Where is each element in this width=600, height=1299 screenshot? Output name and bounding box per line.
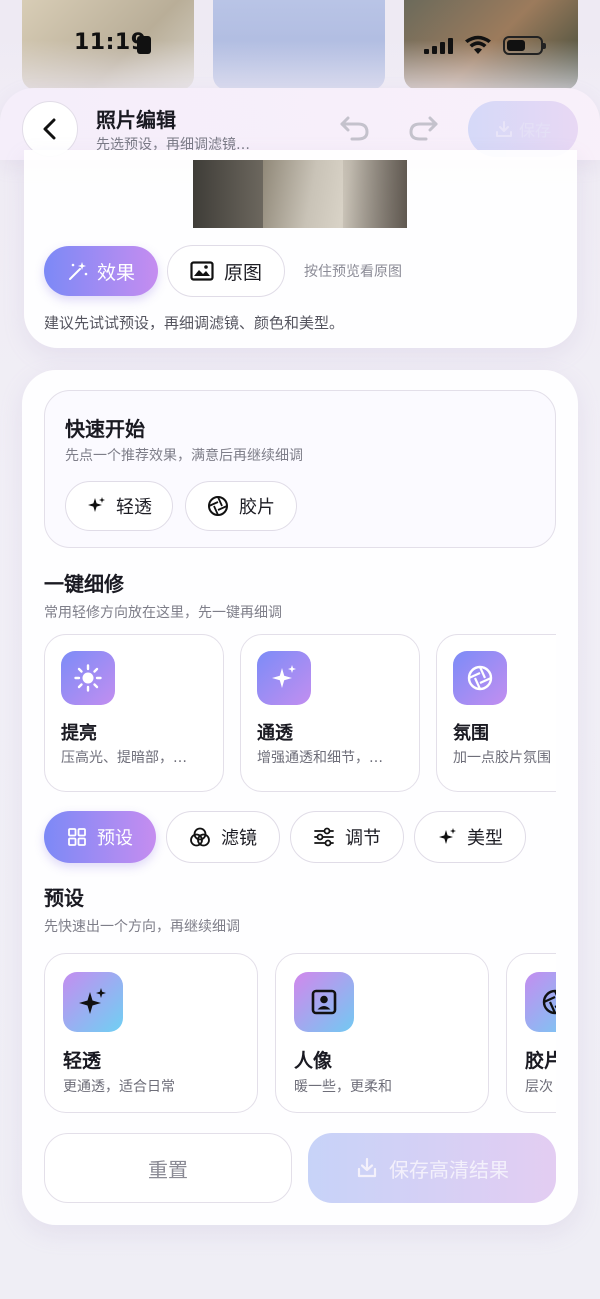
tool-tabs: 预设 滤镜 调节 美型: [44, 811, 556, 863]
preset-item-film[interactable]: 胶片 层次: [506, 953, 556, 1113]
portrait-icon: [294, 972, 354, 1032]
aperture-icon: [208, 496, 228, 516]
one-tap-item-clarity[interactable]: 通透 增强通透和细节，…: [240, 634, 420, 792]
preset-item-portrait[interactable]: 人像 暖一些，更柔和: [275, 953, 489, 1113]
tab-label: 滤镜: [221, 828, 257, 849]
page-title: 照片编辑: [96, 108, 176, 132]
preset-item-title: 胶片: [525, 1050, 556, 1072]
hold-preview-hint: 按住预览看原图: [304, 264, 402, 280]
preview-card: 效果 原图 按住预览看原图 建议先试试预设，再细调滤镜、颜色和美型。: [24, 150, 577, 348]
magic-wand-icon: [68, 262, 88, 280]
preset-item-desc: 层次: [525, 1079, 553, 1095]
presets-subtitle: 先快速出一个方向，再继续细调: [44, 919, 240, 935]
quick-chip-label: 轻透: [116, 497, 152, 518]
effect-toggle-button[interactable]: 效果: [44, 246, 158, 296]
sparkle-icon: [88, 497, 105, 512]
reset-button-label: 重置: [148, 1157, 188, 1182]
one-tap-subtitle: 常用轻修方向放在这里，先一键再细调: [44, 605, 282, 621]
filter-icon: [190, 827, 210, 847]
effect-label: 效果: [96, 261, 135, 284]
quick-start-title: 快速开始: [65, 417, 145, 441]
preset-item-desc: 暖一些，更柔和: [294, 1079, 392, 1095]
one-tap-list: 提亮 压高光、提暗部，… 通透 增强通透和细节，… 氛围 加一点胶片氛围: [44, 634, 556, 794]
tab-adjust[interactable]: 调节: [290, 811, 404, 863]
original-label: 原图: [223, 261, 262, 284]
original-toggle-button[interactable]: 原图: [167, 245, 285, 297]
grid-icon: [68, 828, 86, 846]
one-tap-item-desc: 加一点胶片氛围: [453, 750, 551, 766]
sparkle-icon: [63, 972, 123, 1032]
quick-start-subtitle: 先点一个推荐效果，满意后再继续细调: [65, 448, 303, 464]
status-bar: 11:19: [0, 28, 600, 62]
save-hd-button[interactable]: 保存高清结果: [308, 1133, 556, 1203]
back-button[interactable]: [22, 101, 78, 157]
presets-title: 预设: [44, 886, 84, 910]
quick-start-section: 快速开始 先点一个推荐效果，满意后再继续细调 轻透 胶片: [44, 390, 556, 548]
one-tap-item-brighten[interactable]: 提亮 压高光、提暗部，…: [44, 634, 224, 792]
one-tap-item-desc: 增强通透和细节，…: [257, 750, 383, 766]
status-time: 11:19: [74, 30, 147, 55]
cellular-signal-icon: [424, 38, 454, 54]
undo-icon[interactable]: [338, 114, 372, 142]
download-icon: [495, 121, 512, 137]
wifi-icon: [465, 35, 491, 54]
quick-chip-film[interactable]: 胶片: [185, 481, 297, 531]
tab-presets[interactable]: 预设: [44, 811, 156, 863]
chevron-left-icon: [43, 118, 56, 140]
quick-chip-label: 胶片: [239, 497, 275, 518]
editing-panel: 快速开始 先点一个推荐效果，满意后再继续细调 轻透 胶片 一键细修 常用轻修方向…: [22, 370, 578, 1225]
save-hd-button-label: 保存高清结果: [389, 1157, 509, 1182]
id-card-icon: [137, 36, 151, 54]
editing-tip: 建议先试试预设，再细调滤镜、颜色和美型。: [44, 314, 345, 332]
save-button[interactable]: 保存: [468, 101, 578, 157]
save-button-label: 保存: [518, 121, 551, 140]
tab-beauty[interactable]: 美型: [414, 811, 526, 863]
one-tap-item-title: 提亮: [61, 723, 97, 744]
tab-filters[interactable]: 滤镜: [166, 811, 280, 863]
tab-label: 预设: [97, 828, 133, 849]
sparkle-icon: [439, 828, 456, 844]
preset-item-title: 轻透: [63, 1050, 102, 1072]
one-tap-item-title: 通透: [257, 723, 293, 744]
one-tap-title: 一键细修: [44, 572, 124, 596]
download-icon: [357, 1157, 377, 1178]
battery-icon: [503, 36, 546, 55]
aperture-icon: [453, 651, 507, 705]
sliders-icon: [314, 827, 334, 847]
sun-icon: [61, 651, 115, 705]
image-icon: [190, 261, 214, 281]
tab-label: 调节: [345, 828, 381, 849]
preset-item-title: 人像: [294, 1050, 333, 1072]
redo-icon[interactable]: [406, 114, 440, 142]
photo-preview: [193, 160, 407, 228]
aperture-icon: [525, 972, 556, 1032]
tab-label: 美型: [467, 828, 503, 849]
preset-item-desc: 更通透，适合日常: [63, 1079, 175, 1095]
reset-button[interactable]: 重置: [44, 1133, 292, 1203]
quick-chip-light[interactable]: 轻透: [65, 481, 173, 531]
one-tap-item-desc: 压高光、提暗部，…: [61, 750, 187, 766]
one-tap-item-mood[interactable]: 氛围 加一点胶片氛围: [436, 634, 556, 792]
one-tap-item-title: 氛围: [453, 723, 489, 744]
preset-list: 轻透 更通透，适合日常 人像 暖一些，更柔和 胶片 层次: [44, 953, 556, 1115]
sparkle-icon: [257, 651, 311, 705]
preset-item-light[interactable]: 轻透 更通透，适合日常: [44, 953, 258, 1113]
